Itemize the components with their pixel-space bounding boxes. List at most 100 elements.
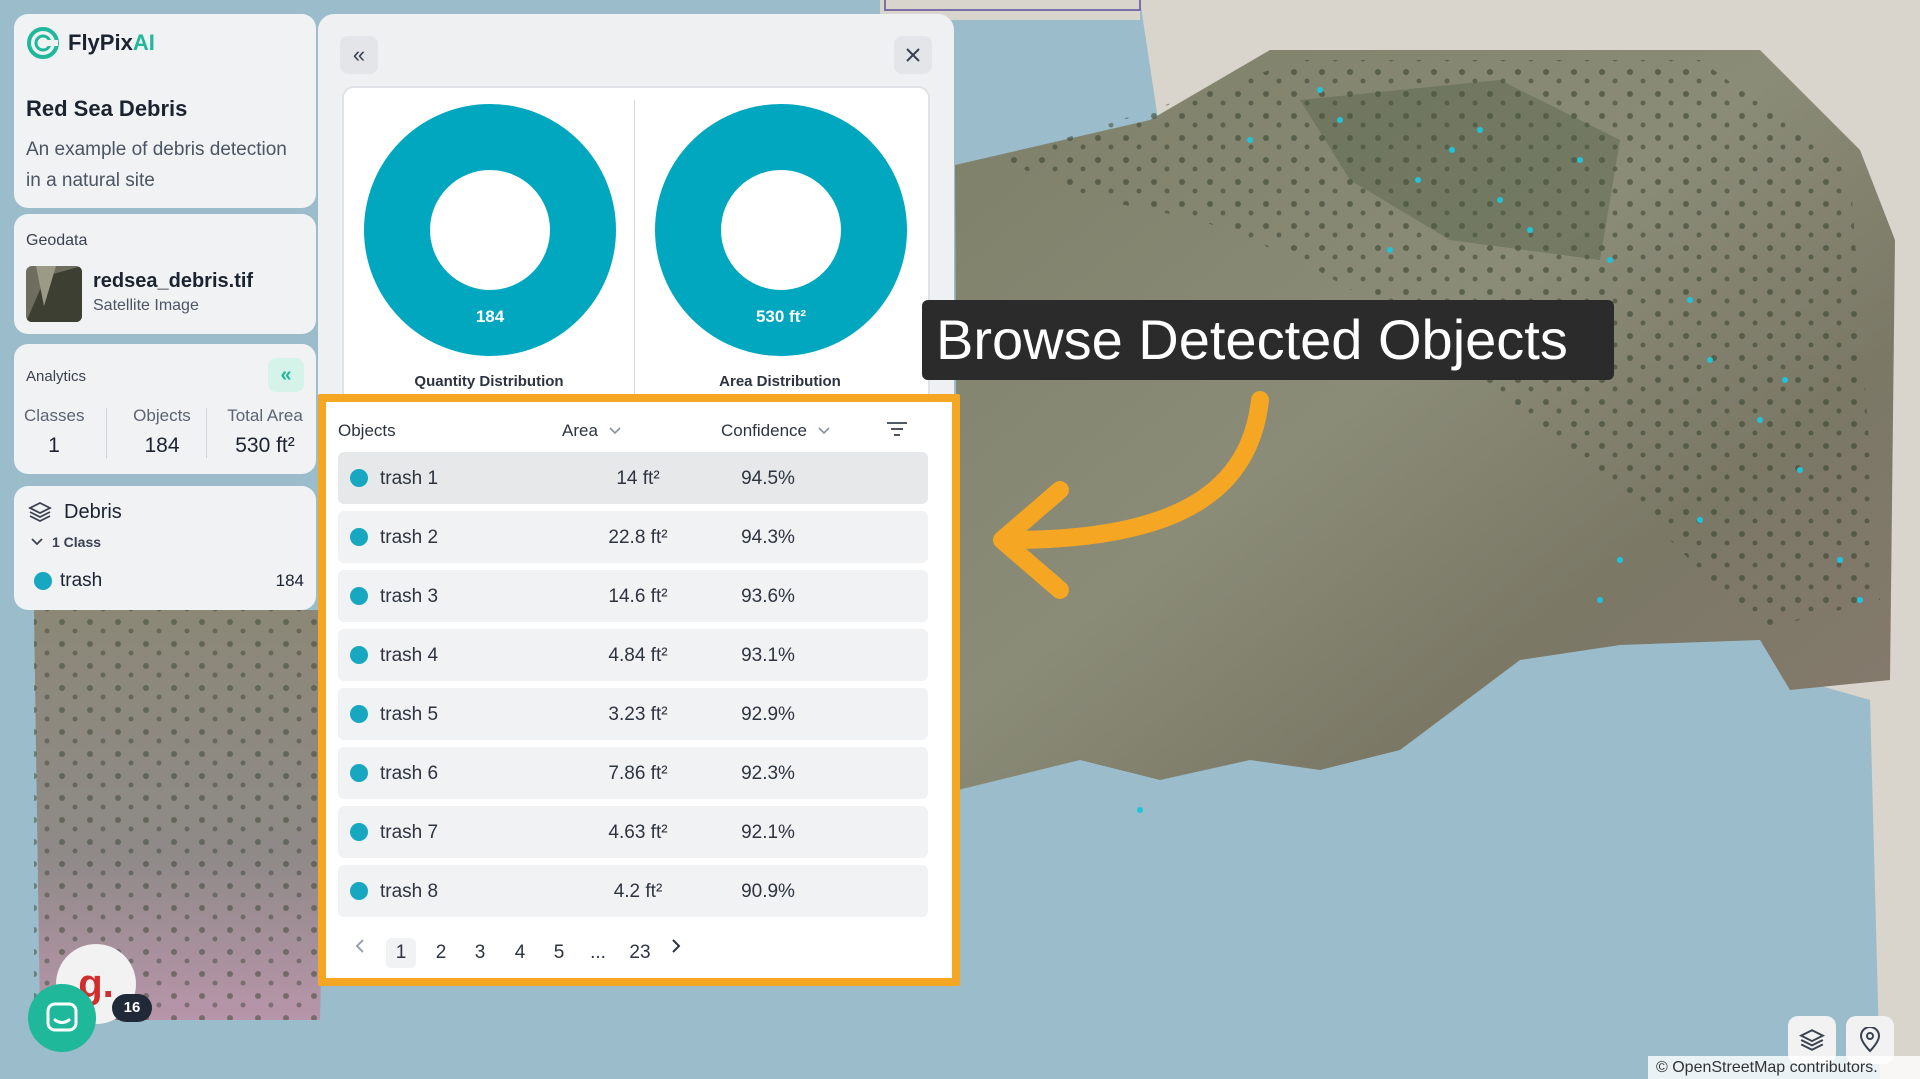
pagination-ellipsis: ... bbox=[590, 942, 606, 963]
chevrons-left-icon: « bbox=[352, 42, 366, 67]
header-area[interactable]: Area bbox=[562, 421, 622, 441]
page-3[interactable]: 3 bbox=[465, 938, 495, 968]
geodata-card: Geodata redsea_debris.tif Satellite Imag… bbox=[14, 214, 316, 334]
stat-divider bbox=[106, 408, 107, 458]
page-4[interactable]: 4 bbox=[505, 938, 535, 968]
table-row[interactable]: trash 7 4.63 ft² 92.1% bbox=[338, 806, 928, 858]
quantity-chart-label: Quantity Distribution bbox=[414, 373, 564, 390]
object-confidence: 93.6% bbox=[741, 586, 795, 607]
area-donut-chart[interactable]: 530 ft² bbox=[655, 104, 907, 356]
geodata-thumbnail[interactable] bbox=[26, 266, 82, 322]
header-confidence[interactable]: Confidence bbox=[721, 421, 831, 441]
stat-label: Total Area bbox=[227, 406, 303, 425]
collapse-details-button[interactable]: « bbox=[340, 36, 378, 74]
filter-icon bbox=[887, 422, 907, 436]
page-2[interactable]: 2 bbox=[426, 938, 456, 968]
object-confidence: 94.5% bbox=[741, 468, 795, 489]
table-row[interactable]: trash 3 14.6 ft² 93.6% bbox=[338, 570, 928, 622]
collapse-panel-button[interactable]: « bbox=[268, 358, 304, 392]
header-objects-label: Objects bbox=[338, 421, 396, 440]
stat-label: Classes bbox=[24, 406, 85, 425]
map-attribution[interactable]: © OpenStreetMap contributors. bbox=[1648, 1056, 1920, 1079]
object-confidence: 92.1% bbox=[741, 822, 795, 843]
header-area-label: Area bbox=[562, 421, 598, 440]
object-name: trash 4 bbox=[380, 645, 439, 666]
object-color-dot bbox=[350, 882, 368, 900]
object-color-dot bbox=[350, 705, 368, 723]
object-name: trash 1 bbox=[380, 468, 439, 489]
stat-objects: Objects 184 bbox=[122, 406, 202, 458]
class-count-value: 184 bbox=[275, 571, 304, 590]
brand[interactable]: FlyPixAI bbox=[26, 26, 155, 60]
table-row[interactable]: trash 1 14 ft² 94.5% bbox=[338, 452, 928, 504]
brand-name-main: FlyPix bbox=[68, 30, 133, 55]
stat-value: 184 bbox=[144, 434, 180, 457]
project-description: An example of debris detection in a natu… bbox=[26, 139, 287, 191]
object-name: trash 7 bbox=[380, 822, 439, 843]
class-count-toggle[interactable]: 1 Class bbox=[30, 534, 101, 550]
object-color-dot bbox=[350, 528, 368, 546]
project-card: FlyPixAI Red Sea Debris An example of de… bbox=[14, 14, 316, 208]
objects-table: Objects Area Confidence trash 1 14 ft² 9… bbox=[318, 394, 960, 986]
object-color-dot bbox=[350, 764, 368, 782]
layer-row[interactable]: Debris bbox=[28, 500, 122, 524]
object-name: trash 5 bbox=[380, 704, 439, 725]
table-row[interactable]: trash 8 4.2 ft² 90.9% bbox=[338, 865, 928, 917]
area-chart-label: Area Distribution bbox=[719, 373, 841, 390]
map-pin-icon bbox=[1859, 1027, 1881, 1053]
chevron-down-icon bbox=[818, 427, 830, 435]
annotation-callout: Browse Detected Objects bbox=[922, 300, 1614, 380]
object-confidence: 92.3% bbox=[741, 763, 795, 784]
analytics-label: Analytics bbox=[26, 368, 87, 385]
object-confidence: 93.1% bbox=[741, 645, 795, 666]
class-item-trash[interactable]: trash 184 bbox=[34, 570, 304, 592]
object-confidence: 94.3% bbox=[741, 527, 795, 548]
page-1[interactable]: 1 bbox=[386, 938, 416, 968]
classes-card: Debris 1 Class trash 184 bbox=[14, 486, 316, 610]
object-color-dot bbox=[350, 823, 368, 841]
project-title: Red Sea Debris bbox=[26, 96, 188, 121]
chart-divider bbox=[634, 100, 635, 396]
stat-divider bbox=[206, 408, 207, 458]
chevron-down-icon bbox=[31, 538, 43, 546]
layers-icon bbox=[28, 501, 52, 523]
object-name: trash 3 bbox=[380, 586, 439, 607]
chevrons-left-icon: « bbox=[280, 363, 292, 386]
chevron-left-icon bbox=[355, 939, 364, 953]
quantity-donut-value: 184 bbox=[476, 307, 505, 326]
stat-value: 1 bbox=[48, 434, 60, 457]
close-icon bbox=[906, 48, 920, 62]
table-row[interactable]: trash 6 7.86 ft² 92.3% bbox=[338, 747, 928, 799]
class-count: 1 Class bbox=[52, 534, 102, 550]
quantity-donut-chart[interactable]: 184 bbox=[364, 104, 616, 356]
page-5[interactable]: 5 bbox=[544, 938, 574, 968]
class-name: trash bbox=[60, 570, 103, 591]
class-color-dot bbox=[34, 572, 52, 590]
object-confidence: 92.9% bbox=[741, 704, 795, 725]
close-button[interactable] bbox=[894, 36, 932, 74]
table-row[interactable]: trash 2 22.8 ft² 94.3% bbox=[338, 511, 928, 563]
header-objects[interactable]: Objects bbox=[338, 421, 396, 441]
chat-button[interactable] bbox=[28, 984, 96, 1052]
stat-classes: Classes 1 bbox=[24, 406, 84, 458]
distribution-charts: 184 Quantity Distribution 530 ft² Area D… bbox=[342, 86, 930, 406]
brand-name: FlyPixAI bbox=[68, 30, 155, 56]
object-color-dot bbox=[350, 646, 368, 664]
page-last[interactable]: 23 bbox=[622, 938, 658, 968]
object-name: trash 6 bbox=[380, 763, 439, 784]
layer-name: Debris bbox=[64, 500, 122, 523]
table-row[interactable]: trash 4 4.84 ft² 93.1% bbox=[338, 629, 928, 681]
geodata-file-name[interactable]: redsea_debris.tif bbox=[93, 270, 253, 293]
geodata-label: Geodata bbox=[26, 232, 88, 249]
prev-page-button[interactable] bbox=[354, 938, 366, 960]
table-row[interactable]: trash 5 3.23 ft² 92.9% bbox=[338, 688, 928, 740]
chat-icon bbox=[46, 1002, 78, 1032]
analytics-card: Analytics « Classes 1 Objects 184 Total … bbox=[14, 344, 316, 474]
filter-button[interactable] bbox=[886, 420, 908, 438]
stat-label: Objects bbox=[133, 406, 191, 425]
next-page-button[interactable] bbox=[670, 938, 682, 960]
object-name: trash 2 bbox=[380, 527, 439, 548]
layers-icon bbox=[1799, 1029, 1825, 1051]
flypix-logo-icon bbox=[27, 27, 59, 59]
stat-total-area: Total Area 530 ft² bbox=[218, 406, 312, 458]
